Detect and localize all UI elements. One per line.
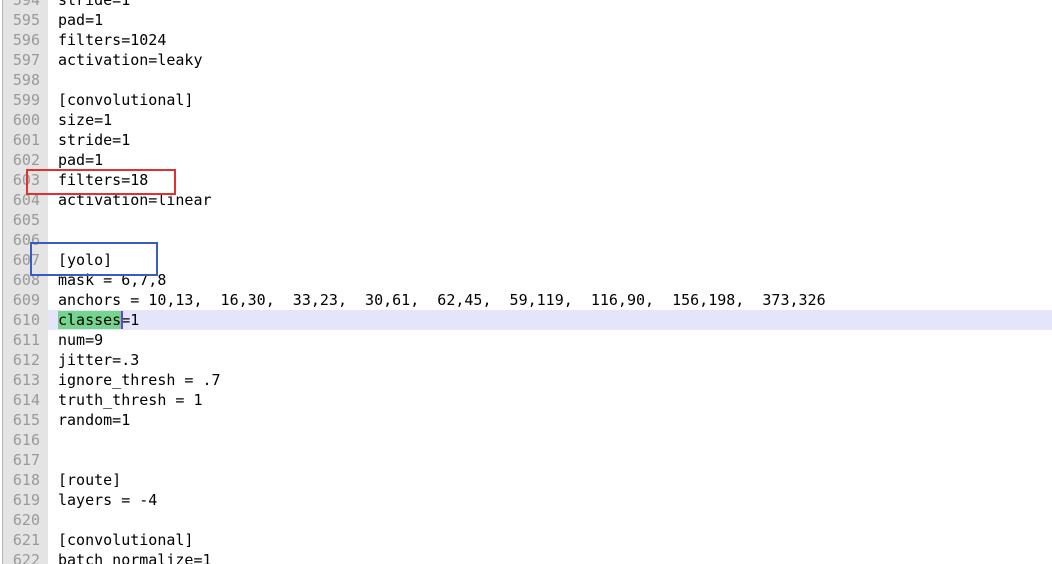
- code-line[interactable]: 601 stride=1: [0, 130, 1052, 150]
- code-line[interactable]: 595 pad=1: [0, 10, 1052, 30]
- code-line[interactable]: 614 truth_thresh = 1: [0, 390, 1052, 410]
- code-line[interactable]: 596 filters=1024: [0, 30, 1052, 50]
- code-editor[interactable]: 594 stride=1 595 pad=1 596 filters=1024 597 act…: [0, 0, 1052, 564]
- code-text[interactable]: ignore_thresh = .7: [58, 370, 221, 390]
- line-number: 594: [12, 0, 40, 9]
- code-line[interactable]: 609 anchors = 10,13, 16,30, 33,23, 30,61,…: [0, 290, 1052, 310]
- code-line[interactable]: 622 batch_normalize=1: [0, 550, 1052, 564]
- code-line[interactable]: 620: [0, 510, 1052, 530]
- code-line[interactable]: 611 num=9: [0, 330, 1052, 350]
- code-text[interactable]: pad=1: [58, 150, 103, 170]
- code-text[interactable]: anchors = 10,13, 16,30, 33,23, 30,61, 62…: [58, 290, 826, 310]
- code-line[interactable]: 597 activation=leaky: [0, 50, 1052, 70]
- code-text[interactable]: [convolutional]: [58, 530, 193, 550]
- code-text[interactable]: layers = -4: [58, 490, 157, 510]
- line-number: 604: [12, 191, 40, 209]
- line-number: 600: [12, 111, 40, 129]
- line-number: 596: [12, 31, 40, 49]
- code-line[interactable]: 598: [0, 70, 1052, 90]
- code-text[interactable]: num=9: [58, 330, 103, 350]
- line-number: 614: [12, 391, 40, 409]
- line-number: 610: [12, 311, 40, 329]
- code-text[interactable]: filters=1024: [58, 30, 166, 50]
- code-line[interactable]: 607 [yolo]: [0, 250, 1052, 270]
- code-line[interactable]: 605: [0, 210, 1052, 230]
- line-number: 620: [12, 511, 40, 529]
- line-number: 598: [12, 71, 40, 89]
- text-caret: [121, 311, 124, 329]
- current-line-highlight: [48, 310, 1052, 330]
- code-line[interactable]: 604 activation=linear: [0, 190, 1052, 210]
- code-text[interactable]: batch_normalize=1: [58, 550, 212, 564]
- code-line[interactable]: 617: [0, 450, 1052, 470]
- code-text[interactable]: jitter=.3: [58, 350, 139, 370]
- line-number: 611: [12, 331, 40, 349]
- line-number: 615: [12, 411, 40, 429]
- line-number: 607: [12, 251, 40, 269]
- code-text[interactable]: truth_thresh = 1: [58, 390, 203, 410]
- line-number: 617: [12, 451, 40, 469]
- code-line[interactable]: 599 [convolutional]: [0, 90, 1052, 110]
- line-number: 616: [12, 431, 40, 449]
- line-number: 608: [12, 271, 40, 289]
- code-text[interactable]: stride=1: [58, 0, 130, 10]
- code-line[interactable]: 600 size=1: [0, 110, 1052, 130]
- line-number: 603: [12, 171, 40, 189]
- code-surface[interactable]: 594 stride=1 595 pad=1 596 filters=1024 597 act…: [0, 0, 1052, 564]
- code-line[interactable]: 615 random=1: [0, 410, 1052, 430]
- line-number: 612: [12, 351, 40, 369]
- line-number: 597: [12, 51, 40, 69]
- code-line[interactable]: 608 mask = 6,7,8: [0, 270, 1052, 290]
- code-text[interactable]: activation=leaky: [58, 50, 203, 70]
- code-line[interactable]: 594 stride=1: [0, 0, 1052, 10]
- code-text[interactable]: classes=1: [58, 310, 139, 330]
- code-line[interactable]: 621 [convolutional]: [0, 530, 1052, 550]
- code-text[interactable]: size=1: [58, 110, 112, 130]
- code-text[interactable]: [route]: [58, 470, 121, 490]
- code-text[interactable]: stride=1: [58, 130, 130, 150]
- code-line[interactable]: 616: [0, 430, 1052, 450]
- code-text[interactable]: random=1: [58, 410, 130, 430]
- line-number: 605: [12, 211, 40, 229]
- code-text[interactable]: [yolo]: [58, 250, 112, 270]
- code-line[interactable]: 619 layers = -4: [0, 490, 1052, 510]
- line-number: 619: [12, 491, 40, 509]
- code-line[interactable]: 618 [route]: [0, 470, 1052, 490]
- code-text[interactable]: pad=1: [58, 10, 103, 30]
- code-text[interactable]: mask = 6,7,8: [58, 270, 166, 290]
- code-text[interactable]: filters=18: [58, 170, 148, 190]
- code-line[interactable]: 610 classes=1: [0, 310, 1052, 330]
- line-number: 606: [12, 231, 40, 249]
- line-number: 609: [12, 291, 40, 309]
- line-number: 601: [12, 131, 40, 149]
- line-number: 599: [12, 91, 40, 109]
- gutter-separator-line: [2, 0, 3, 564]
- code-line[interactable]: 603 filters=18: [0, 170, 1052, 190]
- code-line[interactable]: 613 ignore_thresh = .7: [0, 370, 1052, 390]
- code-line[interactable]: 602 pad=1: [0, 150, 1052, 170]
- line-number: 595: [12, 11, 40, 29]
- line-number: 618: [12, 471, 40, 489]
- code-text[interactable]: activation=linear: [58, 190, 212, 210]
- line-number: 602: [12, 151, 40, 169]
- code-text[interactable]: [convolutional]: [58, 90, 193, 110]
- code-line[interactable]: 606: [0, 230, 1052, 250]
- code-line[interactable]: 612 jitter=.3: [0, 350, 1052, 370]
- line-number: 613: [12, 371, 40, 389]
- line-number: 622: [12, 551, 40, 564]
- line-number: 621: [12, 531, 40, 549]
